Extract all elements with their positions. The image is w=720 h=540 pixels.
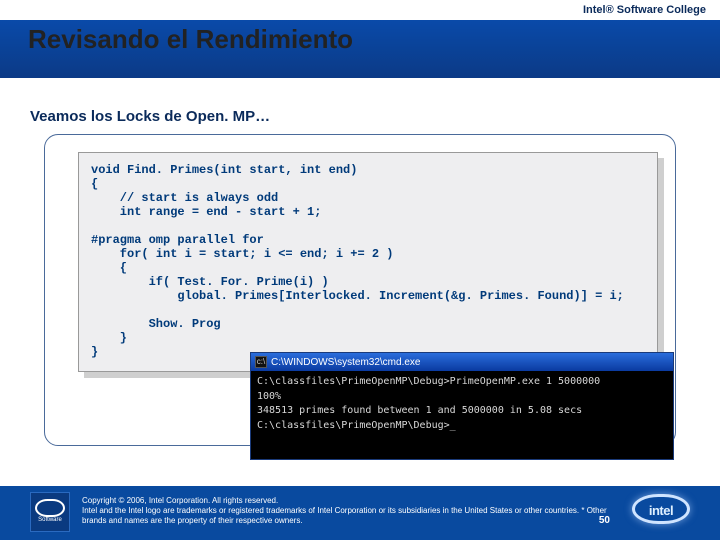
cmd-icon: c:\ <box>255 356 267 368</box>
intel-oval-icon: intel <box>632 494 690 524</box>
code-block: void Find. Primes(int start, int end) { … <box>78 152 658 372</box>
intel-software-badge: Software <box>30 492 70 532</box>
cmd-line: 348513 primes found between 1 and 500000… <box>257 404 667 419</box>
cmd-window: c:\ C:\WINDOWS\system32\cmd.exe C:\class… <box>250 352 674 460</box>
footer-legal: Copyright © 2006, Intel Corporation. All… <box>82 496 610 526</box>
trademark-line: Intel and the Intel logo are trademarks … <box>82 506 610 526</box>
footer: Software Copyright © 2006, Intel Corpora… <box>0 486 720 540</box>
slide-number: 50 <box>599 515 610 526</box>
cmd-line: 100% <box>257 390 667 405</box>
cmd-line: C:\classfiles\PrimeOpenMP\Debug>PrimeOpe… <box>257 375 667 390</box>
cmd-title-text: C:\WINDOWS\system32\cmd.exe <box>271 357 420 368</box>
cmd-line: C:\classfiles\PrimeOpenMP\Debug>_ <box>257 419 667 434</box>
slide-title: Revisando el Rendimiento <box>28 24 353 55</box>
intel-oval-icon <box>35 499 65 517</box>
intel-brand-text: intel <box>635 503 687 518</box>
copyright-line: Copyright © 2006, Intel Corporation. All… <box>82 496 610 506</box>
software-label: Software <box>31 517 69 523</box>
college-label: Intel® Software College <box>583 4 706 16</box>
cmd-body: C:\classfiles\PrimeOpenMP\Debug>PrimeOpe… <box>251 371 673 437</box>
top-header: Intel® Software College <box>0 0 720 20</box>
section-subhead: Veamos los Locks de Open. MP… <box>30 108 270 125</box>
cmd-titlebar: c:\ C:\WINDOWS\system32\cmd.exe <box>251 353 673 371</box>
intel-logo: intel <box>632 494 696 530</box>
